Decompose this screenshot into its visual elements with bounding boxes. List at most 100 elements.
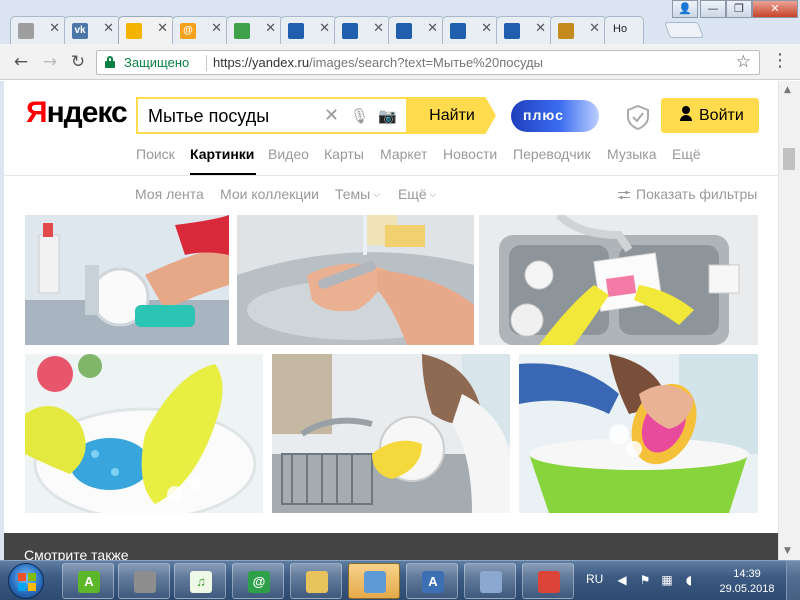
browser-tab[interactable]: ✕ [388, 16, 445, 44]
browser-tab[interactable]: Ho [604, 16, 644, 44]
close-tab-icon[interactable]: ✕ [427, 21, 438, 36]
action-center-flag-icon[interactable]: ⚑ [638, 573, 652, 587]
tab-strip: ✕ vk ✕ ✕ @ ✕ ✕ ✕ ✕ ✕ ✕ ✕ ✕ Ho 👤 — ❐ ✕ [0, 0, 800, 45]
result-image[interactable] [519, 354, 758, 513]
plus-button[interactable]: плюс [511, 100, 599, 132]
taskbar-app-button[interactable] [348, 563, 400, 599]
yandex-logo[interactable]: Яндекс [26, 96, 128, 130]
close-tab-icon[interactable]: ✕ [373, 21, 384, 36]
result-image[interactable] [237, 215, 474, 345]
bookmark-star-icon[interactable]: ☆ [736, 52, 751, 72]
close-tab-icon[interactable]: ✕ [319, 21, 330, 36]
taskbar-app-button[interactable]: A [62, 563, 114, 599]
window-page-icon [288, 23, 304, 39]
close-tab-icon[interactable]: ✕ [589, 21, 600, 36]
back-button[interactable]: ← [9, 50, 33, 74]
close-tab-icon[interactable]: ✕ [49, 21, 60, 36]
browser-tab[interactable]: @ ✕ [172, 16, 229, 44]
result-image[interactable] [25, 215, 229, 345]
camera-icon[interactable]: 📷 [378, 107, 397, 125]
taskbar-app-button[interactable]: ♫ [174, 563, 226, 599]
see-also-bar[interactable]: Смотрите также [4, 533, 778, 560]
service-link[interactable]: Музыка [607, 146, 657, 162]
browser-tab[interactable]: ✕ [226, 16, 283, 44]
see-also-label: Смотрите также [24, 547, 129, 560]
login-button[interactable]: Войти [661, 98, 759, 133]
green-square-icon [234, 23, 250, 39]
url-text[interactable]: https://yandex.ru/images/search?text=Мыт… [213, 55, 543, 70]
plus-label: плюс [523, 107, 564, 123]
window-page-icon [342, 23, 358, 39]
themes-dropdown[interactable]: Темы ⌵ [335, 186, 380, 202]
microphone-icon[interactable]: 🎙 [350, 107, 369, 125]
user-icon[interactable]: 👤 [672, 0, 698, 18]
browser-menu-icon[interactable]: ⋮ [771, 49, 789, 73]
close-tab-icon[interactable]: ✕ [103, 21, 114, 36]
service-link[interactable]: Переводчик [513, 146, 591, 162]
browser-tab[interactable]: ✕ [334, 16, 391, 44]
start-button[interactable] [8, 563, 44, 599]
shield-check-icon[interactable] [624, 103, 652, 131]
taskbar-app-button[interactable] [522, 563, 574, 599]
login-label: Войти [699, 107, 744, 124]
close-tab-icon[interactable]: ✕ [481, 21, 492, 36]
more-label: Ещё [398, 186, 427, 202]
scroll-up-icon[interactable]: ▲ [784, 85, 791, 95]
more-dropdown[interactable]: Ещё ⌵ [398, 186, 436, 202]
taskbar-app-button[interactable]: A [406, 563, 458, 599]
browser-toolbar: ← → ↻ Защищено https://yandex.ru/images/… [0, 44, 800, 80]
service-link[interactable]: Маркет [380, 146, 427, 162]
page-viewport: Яндекс ✕ 🎙 📷 Найти плюс Войти Поиск Карти… [0, 81, 778, 560]
chevron-down-icon: ⌵ [429, 189, 437, 199]
close-tab-icon[interactable]: ✕ [157, 21, 168, 36]
reload-button[interactable]: ↻ [66, 50, 90, 74]
taskbar-app-button[interactable]: @ [232, 563, 284, 599]
taskbar-app-button[interactable] [290, 563, 342, 599]
page-scrollbar[interactable]: ▲ ▼ [778, 81, 800, 560]
new-tab-button[interactable] [664, 22, 704, 38]
browser-tab[interactable]: ✕ [10, 16, 67, 44]
browser-tab[interactable]: ✕ [442, 16, 499, 44]
taskbar-app-button[interactable] [464, 563, 516, 599]
service-link[interactable]: Видео [268, 146, 309, 162]
result-image[interactable] [479, 215, 758, 345]
close-tab-icon[interactable]: ✕ [211, 21, 222, 36]
close-window-button[interactable]: ✕ [752, 0, 798, 18]
taskbar-app-button[interactable] [118, 563, 170, 599]
scroll-down-icon[interactable]: ▼ [784, 546, 791, 556]
service-link[interactable]: Поиск [136, 146, 175, 162]
my-feed-link[interactable]: Моя лента [135, 186, 204, 202]
result-image[interactable] [272, 354, 510, 513]
browser-tab[interactable]: ✕ [496, 16, 553, 44]
address-bar[interactable]: Защищено https://yandex.ru/images/search… [96, 50, 760, 75]
browser-tab[interactable]: ✕ [280, 16, 337, 44]
browser-tab[interactable]: ✕ [118, 16, 175, 45]
system-clock[interactable]: 14:39 29.05.2018 [712, 567, 782, 597]
result-image[interactable] [25, 354, 263, 513]
scrollbar-thumb[interactable] [783, 148, 795, 170]
network-icon[interactable]: ▦ [660, 573, 674, 587]
minimize-button[interactable]: — [700, 0, 726, 18]
clear-search-icon[interactable]: ✕ [324, 105, 339, 126]
show-desktop-button[interactable] [786, 561, 800, 600]
service-link[interactable]: Ещё [672, 146, 701, 162]
language-indicator[interactable]: RU [586, 572, 603, 586]
close-tab-icon[interactable]: ✕ [535, 21, 546, 36]
volume-icon[interactable]: ◖ [682, 573, 696, 587]
mail-agent-icon: @ [248, 571, 270, 593]
search-input[interactable] [148, 106, 318, 126]
search-button[interactable]: Найти [408, 97, 496, 134]
my-collections-link[interactable]: Мои коллекции [220, 186, 319, 202]
browser-tab[interactable]: ✕ [550, 16, 607, 44]
service-link[interactable]: Картинки [190, 146, 254, 162]
service-link[interactable]: Новости [443, 146, 497, 162]
logo-rest: ндекс [46, 96, 128, 129]
service-link[interactable]: Карты [324, 146, 364, 162]
close-tab-icon[interactable]: ✕ [265, 21, 276, 36]
browser-tab[interactable]: vk ✕ [64, 16, 121, 44]
maximize-button[interactable]: ❐ [726, 0, 752, 18]
forward-button[interactable]: → [38, 50, 62, 74]
chrome-app-icon [538, 571, 560, 593]
notepad-app-icon [364, 571, 386, 593]
tray-expand-icon[interactable]: ◀ [615, 573, 629, 587]
